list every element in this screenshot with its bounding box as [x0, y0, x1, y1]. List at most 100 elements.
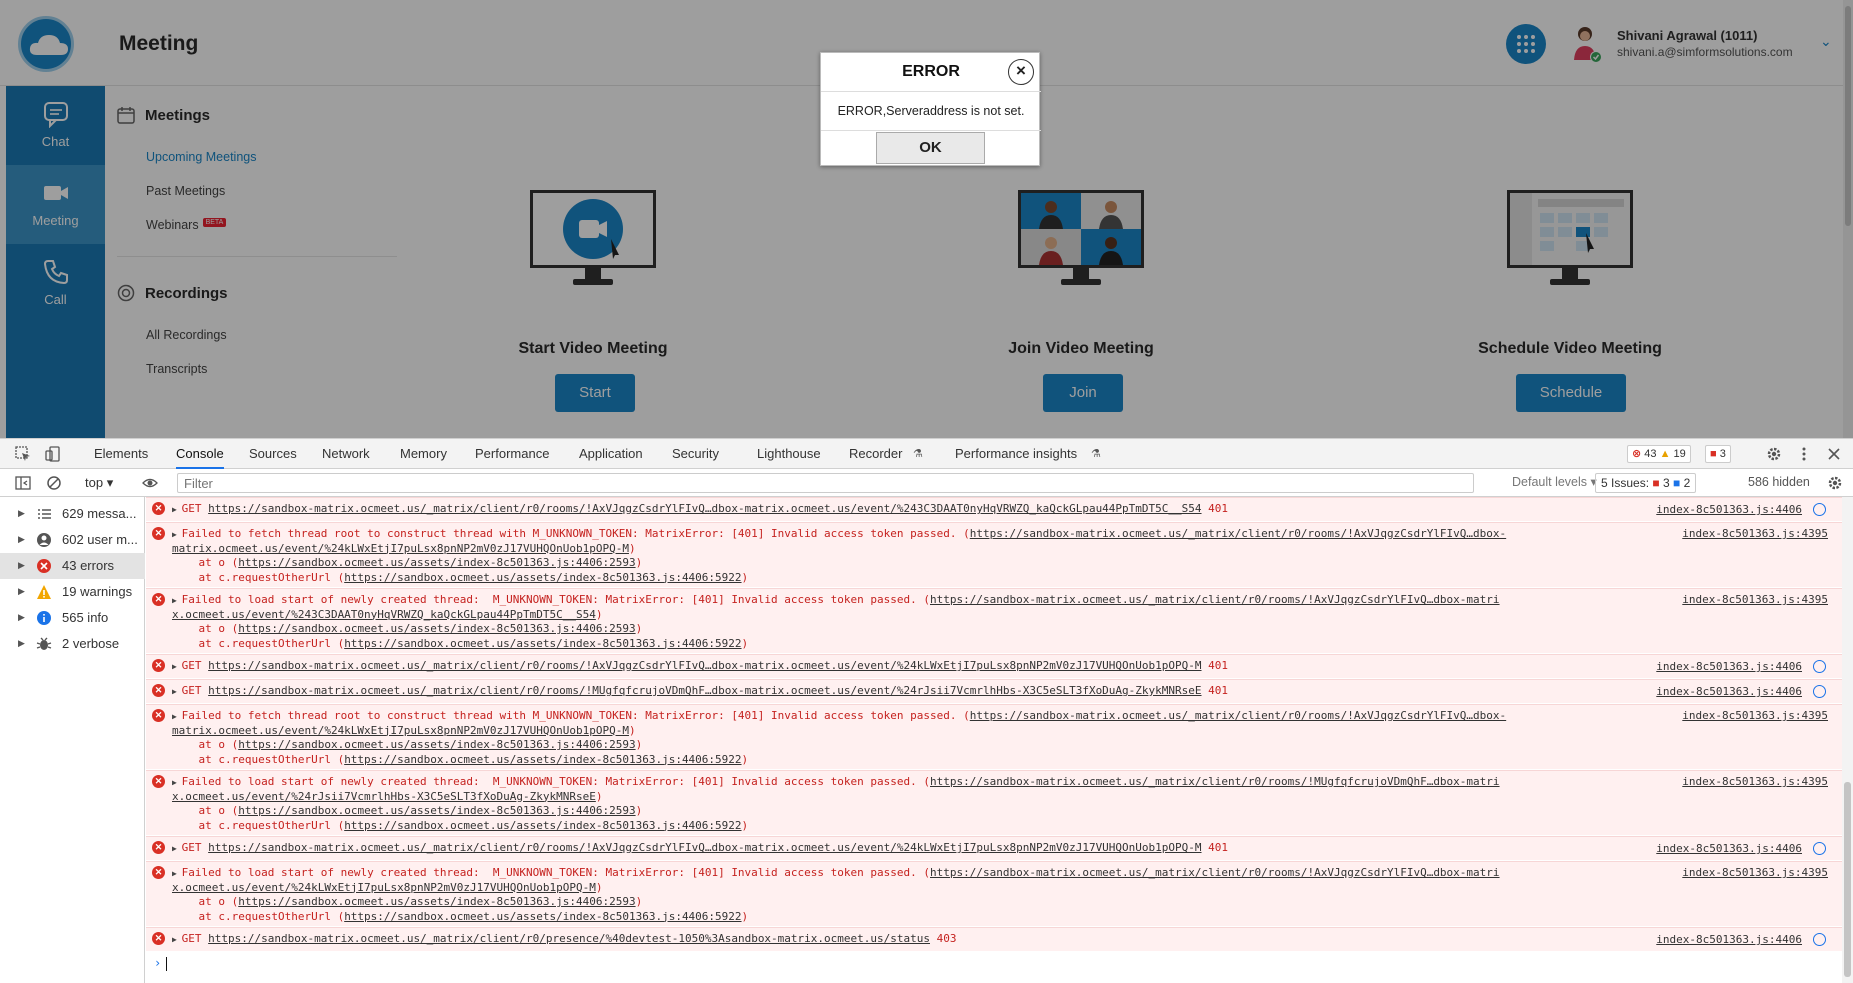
source-link[interactable]: index-8c501363.js:4406	[1656, 685, 1802, 698]
expand-triangle-icon[interactable]: ▶	[172, 505, 182, 514]
error-icon: ✕	[152, 866, 165, 879]
network-jump-icon[interactable]	[1813, 660, 1826, 673]
message-link[interactable]: https://sandbox-matrix.ocmeet.us/_matrix…	[208, 684, 1201, 697]
more-vertical-icon[interactable]	[1796, 446, 1812, 462]
source-link[interactable]: index-8c501363.js:4406	[1656, 933, 1802, 946]
message-text: Failed to fetch thread root to construct…	[181, 527, 970, 540]
message-link[interactable]: https://sandbox-matrix.ocmeet.us/_matrix…	[970, 709, 1506, 722]
tab-console[interactable]: Console	[176, 439, 224, 469]
network-jump-icon[interactable]	[1813, 842, 1826, 855]
network-jump-icon[interactable]	[1813, 685, 1826, 698]
message-link[interactable]: https://sandbox.ocmeet.us/assets/index-8…	[344, 910, 741, 923]
message-link[interactable]: https://sandbox-matrix.ocmeet.us/_matrix…	[930, 593, 1500, 606]
expand-triangle-icon[interactable]: ▶	[172, 935, 182, 944]
expand-triangle-icon[interactable]: ▶	[18, 534, 25, 545]
expand-triangle-icon[interactable]: ▶	[172, 687, 182, 696]
expand-triangle-icon[interactable]: ▶	[172, 869, 182, 878]
log-levels-dropdown[interactable]: Default levels ▾	[1512, 474, 1597, 489]
console-scrollbar[interactable]	[1842, 497, 1853, 983]
message-link[interactable]: matrix.ocmeet.us/event/%24kLWxEtjI7puLsx…	[172, 724, 629, 737]
tab-security[interactable]: Security	[672, 439, 719, 469]
clear-console-icon[interactable]	[46, 475, 62, 491]
message-link[interactable]: https://sandbox.ocmeet.us/assets/index-8…	[344, 753, 741, 766]
expand-triangle-icon[interactable]: ▶	[172, 712, 182, 721]
eye-icon[interactable]	[142, 475, 158, 491]
expand-triangle-icon[interactable]: ▶	[18, 638, 25, 649]
sidebar-filter-info[interactable]: ▶ 565 info	[0, 605, 145, 631]
close-icon[interactable]	[1826, 446, 1842, 462]
message-link[interactable]: https://sandbox-matrix.ocmeet.us/_matrix…	[208, 841, 1201, 854]
source-link[interactable]: index-8c501363.js:4406	[1656, 660, 1802, 673]
expand-triangle-icon[interactable]: ▶	[18, 508, 25, 519]
message-link[interactable]: x.ocmeet.us/event/%24kLWxEtjI7puLsx8pnNP…	[172, 881, 596, 894]
message-link[interactable]: https://sandbox-matrix.ocmeet.us/_matrix…	[208, 502, 1201, 515]
message-text: GET	[181, 932, 209, 945]
expand-triangle-icon[interactable]: ▶	[18, 586, 25, 597]
expand-triangle-icon[interactable]: ▶	[172, 662, 182, 671]
sidebar-toggle-icon[interactable]	[15, 475, 31, 491]
message-link[interactable]: https://sandbox.ocmeet.us/assets/index-8…	[238, 556, 635, 569]
context-selector[interactable]: top ▾	[85, 475, 113, 491]
tab-application[interactable]: Application	[579, 439, 643, 469]
message-status: )	[595, 880, 603, 894]
expand-triangle-icon[interactable]: ▶	[18, 612, 25, 623]
close-icon[interactable]: ×	[1008, 59, 1034, 85]
source-link[interactable]: index-8c501363.js:4395	[1682, 775, 1828, 788]
sidebar-filter-list[interactable]: ▶ 629 messa...	[0, 501, 145, 527]
source-link[interactable]: index-8c501363.js:4406	[1656, 842, 1802, 855]
source-link[interactable]: index-8c501363.js:4395	[1682, 709, 1828, 722]
expand-triangle-icon[interactable]: ▶	[172, 530, 182, 539]
inspect-element-icon[interactable]	[15, 446, 31, 462]
tab-lighthouse[interactable]: Lighthouse	[757, 439, 821, 469]
expand-triangle-icon[interactable]: ▶	[172, 778, 182, 787]
issues-count-badge[interactable]: ■ 3	[1705, 445, 1731, 463]
expand-triangle-icon[interactable]: ▶	[172, 844, 182, 853]
tab-recorder[interactable]: Recorder	[849, 439, 902, 469]
issues-button[interactable]: 5 Issues: ■ 3 ■ 2	[1595, 473, 1697, 493]
message-link[interactable]: https://sandbox.ocmeet.us/assets/index-8…	[238, 895, 635, 908]
message-link[interactable]: matrix.ocmeet.us/event/%24kLWxEtjI7puLsx…	[172, 542, 629, 555]
message-link[interactable]: https://sandbox-matrix.ocmeet.us/_matrix…	[208, 659, 1201, 672]
message-link[interactable]: https://sandbox-matrix.ocmeet.us/_matrix…	[930, 775, 1500, 788]
source-link[interactable]: index-8c501363.js:4406	[1656, 503, 1802, 516]
gear-icon[interactable]	[1766, 446, 1782, 462]
ok-button[interactable]: OK	[876, 132, 985, 164]
source-link[interactable]: index-8c501363.js:4395	[1682, 593, 1828, 606]
network-jump-icon[interactable]	[1813, 503, 1826, 516]
expand-triangle-icon[interactable]: ▶	[172, 596, 182, 605]
sidebar-filter-user[interactable]: ▶ 602 user m...	[0, 527, 145, 553]
message-link[interactable]: https://sandbox.ocmeet.us/assets/index-8…	[344, 819, 741, 832]
console-counts-badge[interactable]: ⊗ 43 ▲ 19	[1627, 445, 1691, 463]
message-link[interactable]: https://sandbox.ocmeet.us/assets/index-8…	[344, 637, 741, 650]
message-link[interactable]: https://sandbox-matrix.ocmeet.us/_matrix…	[208, 932, 930, 945]
tab-sources[interactable]: Sources	[249, 439, 297, 469]
message-link[interactable]: https://sandbox.ocmeet.us/assets/index-8…	[238, 804, 635, 817]
tab-performance[interactable]: Performance	[475, 439, 549, 469]
sidebar-filter-error[interactable]: ▶ 43 errors	[0, 553, 145, 579]
message-status: 403	[930, 932, 957, 945]
tab-performance-insights[interactable]: Performance insights	[955, 439, 1077, 469]
message-link[interactable]: https://sandbox-matrix.ocmeet.us/_matrix…	[930, 866, 1500, 879]
gear-icon[interactable]	[1827, 475, 1843, 491]
console-error-message: ✕ ▶ Failed to load start of newly created…	[146, 588, 1842, 653]
message-link[interactable]: x.ocmeet.us/event/%243C3DAAT0nyHqVRWZQ_k…	[172, 608, 596, 621]
expand-triangle-icon[interactable]: ▶	[18, 560, 25, 571]
tab-network[interactable]: Network	[322, 439, 370, 469]
network-jump-icon[interactable]	[1813, 933, 1826, 946]
message-link[interactable]: https://sandbox.ocmeet.us/assets/index-8…	[344, 571, 741, 584]
source-link[interactable]: index-8c501363.js:4395	[1682, 866, 1828, 879]
source-link[interactable]: index-8c501363.js:4395	[1682, 527, 1828, 540]
sidebar-filter-warning[interactable]: ▶ 19 warnings	[0, 579, 145, 605]
sidebar-filter-bug[interactable]: ▶ 2 verbose	[0, 631, 145, 657]
filter-input[interactable]	[177, 473, 1474, 493]
message-link[interactable]: x.ocmeet.us/event/%24rJsii7VcmrlhHbs-X3C…	[172, 790, 596, 803]
message-link[interactable]: https://sandbox.ocmeet.us/assets/index-8…	[238, 622, 635, 635]
message-link[interactable]: https://sandbox.ocmeet.us/assets/index-8…	[238, 738, 635, 751]
tab-memory[interactable]: Memory	[400, 439, 447, 469]
context-label: top	[85, 475, 104, 490]
tab-elements[interactable]: Elements	[94, 439, 148, 469]
issues-count: 3	[1719, 448, 1726, 460]
console-prompt-input[interactable]: ›	[146, 954, 1842, 974]
device-toolbar-icon[interactable]	[45, 446, 61, 462]
message-link[interactable]: https://sandbox-matrix.ocmeet.us/_matrix…	[970, 527, 1506, 540]
